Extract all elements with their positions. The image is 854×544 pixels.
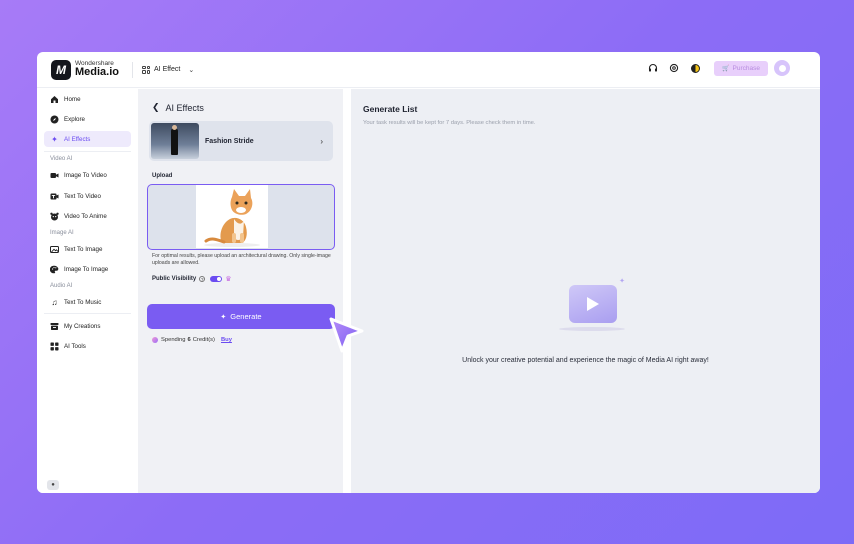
sidebar-item-label: Explore [64, 115, 85, 123]
palette-icon [50, 265, 59, 274]
sparkle-icon: ✦ [51, 134, 58, 144]
logo-mark-icon: M [51, 59, 71, 80]
folder-stack-icon [50, 322, 59, 331]
buy-credits-link[interactable]: Buy [221, 337, 232, 343]
music-note-icon: ♫ [51, 297, 58, 307]
empty-state-message: Unlock your creative potential and exper… [462, 357, 709, 364]
play-icon [587, 297, 599, 311]
sidebar-item-ai-effects[interactable]: ✦ AI Effects [44, 131, 131, 147]
sidebar-item-label: Home [64, 95, 81, 103]
ai-effect-menu[interactable]: AI Effect ⌄ [142, 65, 195, 74]
upload-dropzone[interactable] [147, 184, 335, 250]
sidebar: Home Explore ✦ AI Effects Video AI Image… [37, 89, 137, 493]
ai-effect-menu-label: AI Effect [154, 66, 181, 73]
effect-name: Fashion Stride [205, 137, 254, 145]
sidebar-item-label: AI Tools [64, 342, 86, 350]
effect-selector-card[interactable]: Fashion Stride › [149, 121, 333, 161]
sidebar-item-explore[interactable]: Explore [44, 111, 131, 127]
sidebar-item-label: My Creations [64, 322, 101, 330]
generate-list-panel: Generate List Your task results will be … [351, 89, 820, 493]
avatar[interactable] [774, 60, 790, 76]
sidebar-item-home[interactable]: Home [44, 91, 131, 107]
avatar-icon [778, 64, 786, 72]
video-camera-icon [50, 171, 59, 180]
sidebar-item-image-to-image[interactable]: Image To Image [44, 261, 131, 277]
upload-label: Upload [152, 173, 173, 179]
sparkle-icon: ✦ [220, 313, 227, 321]
home-icon [50, 95, 59, 104]
crown-icon: ♛ [225, 276, 232, 283]
generate-button[interactable]: ✦ Generate [147, 304, 335, 329]
sidebar-item-image-to-video[interactable]: Image To Video [44, 167, 131, 183]
sidebar-item-label: Image To Image [64, 265, 109, 273]
text-video-icon [50, 192, 59, 201]
sidebar-item-label: AI Effects [64, 135, 91, 143]
android-icon[interactable]: ● [47, 480, 59, 490]
logo[interactable]: M Wondershare Media.io [51, 59, 120, 80]
section-label-audio-ai: Audio AI [50, 283, 73, 289]
section-label-image-ai: Image AI [50, 230, 74, 236]
sidebar-item-text-to-video[interactable]: Text To Video [44, 188, 131, 204]
pointer-cursor-icon [327, 316, 365, 354]
sidebar-item-ai-tools[interactable]: AI Tools [44, 338, 131, 354]
sidebar-item-text-to-image[interactable]: Text To Image [44, 241, 131, 257]
chevron-right-icon: › [320, 136, 323, 146]
sidebar-item-label: Video To Anime [64, 212, 107, 220]
credit-coin-icon [152, 337, 158, 343]
image-icon [50, 245, 59, 254]
logo-name: Media.io [75, 66, 120, 79]
sidebar-item-my-creations[interactable]: My Creations [44, 318, 131, 334]
generate-label: Generate [230, 312, 262, 321]
purchase-button[interactable]: 🛒 Purchase [714, 60, 768, 76]
top-bar: M Wondershare Media.io AI Effect ⌄ 🛒 Pur… [37, 52, 820, 88]
app-window: M Wondershare Media.io AI Effect ⌄ 🛒 Pur… [37, 52, 820, 493]
sparkle-icon: ✦ [619, 278, 625, 285]
section-label-video-ai: Video AI [50, 156, 73, 162]
public-visibility-toggle[interactable] [210, 276, 223, 282]
sidebar-item-label: Image To Video [64, 171, 107, 179]
sidebar-item-text-to-music[interactable]: ♫ Text To Music [44, 294, 131, 310]
public-visibility-label: Public Visibility [152, 276, 197, 282]
back-arrow-icon[interactable]: ❮ [152, 102, 160, 113]
effect-thumbnail [151, 123, 199, 159]
effects-panel: ❮ AI Effects Fashion Stride › Upload For… [138, 89, 343, 493]
generate-list-subtitle: Your task results will be kept for 7 day… [363, 120, 536, 126]
uploaded-cat-image [196, 185, 268, 248]
sidebar-item-label: Text To Music [64, 298, 102, 306]
help-icon[interactable]: ? [199, 276, 206, 282]
panel-title: AI Effects [165, 102, 204, 113]
sidebar-item-label: Text To Video [64, 192, 101, 200]
purchase-label: Purchase [732, 64, 760, 72]
grid-icon [142, 65, 151, 74]
chevron-down-icon: ⌄ [188, 66, 195, 74]
generate-list-title: Generate List [363, 104, 418, 114]
sidebar-item-video-to-anime[interactable]: Video To Anime [44, 208, 131, 224]
headset-icon[interactable] [648, 63, 658, 73]
apps-grid-icon [50, 342, 59, 351]
cart-icon: 🛒 [722, 65, 730, 72]
header-divider [132, 61, 134, 78]
sidebar-item-label: Text To Image [64, 245, 103, 253]
theme-toggle-icon[interactable] [690, 63, 700, 73]
upload-hint: For optimal results, please upload an ar… [152, 253, 331, 266]
credit-amount: 6 [187, 337, 191, 343]
anime-face-icon [50, 212, 59, 221]
empty-video-icon: ✦ [559, 278, 625, 331]
compass-icon [50, 115, 59, 124]
credit-spending: Spending 6 Credit(s) Buy [152, 337, 232, 343]
settings-icon[interactable] [669, 63, 679, 73]
